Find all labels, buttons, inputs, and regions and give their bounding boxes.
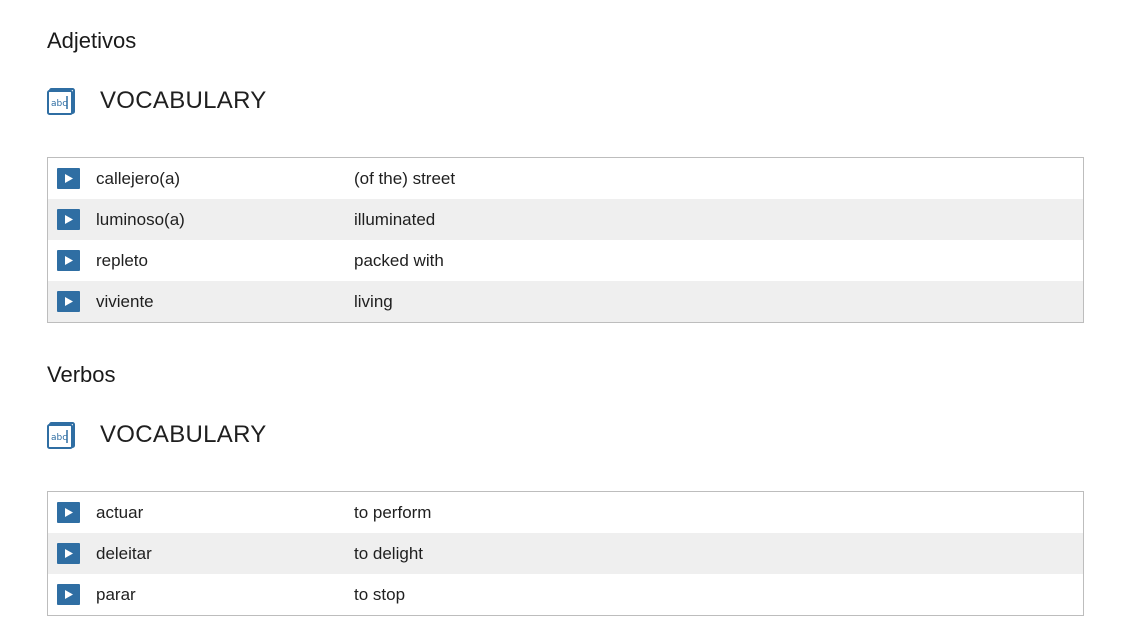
play-icon (64, 297, 73, 306)
play-icon (64, 508, 73, 517)
play-button[interactable] (57, 250, 80, 271)
abc-book-icon: abc (47, 87, 76, 115)
section-title: Adjetivos (47, 28, 137, 53)
play-icon (64, 549, 73, 558)
play-button[interactable] (57, 209, 80, 230)
vocabulary-label: VOCABULARY (100, 421, 267, 448)
meaning: living (354, 291, 393, 311)
play-icon (64, 174, 73, 183)
term: deleitar (96, 543, 152, 563)
svg-text:abc: abc (51, 433, 67, 443)
section-adjetivos: Adjetivos abc VOCABULARY callejero(a) (o… (47, 28, 1084, 328)
table-row: viviente living (48, 281, 1083, 322)
play-button[interactable] (57, 168, 80, 189)
table-row: luminoso(a) illuminated (48, 199, 1083, 240)
meaning: (of the) street (354, 168, 456, 188)
table-row: parar to stop (48, 574, 1083, 615)
vocabulary-table: callejero(a) (of the) street luminoso(a)… (47, 157, 1084, 323)
section-title: Verbos (47, 362, 116, 387)
play-icon (64, 215, 73, 224)
vocabulary-label: VOCABULARY (100, 87, 267, 114)
term: actuar (96, 502, 144, 522)
table-row: actuar to perform (48, 492, 1083, 533)
play-button[interactable] (57, 291, 80, 312)
term: callejero(a) (96, 168, 181, 188)
vocabulary-table: actuar to perform deleitar to delight pa… (47, 491, 1084, 616)
term: repleto (96, 250, 148, 270)
table-row: deleitar to delight (48, 533, 1083, 574)
meaning: illuminated (354, 209, 436, 229)
svg-text:abc: abc (51, 99, 67, 109)
term: viviente (96, 291, 154, 311)
meaning: packed with (354, 250, 444, 270)
play-button[interactable] (57, 502, 80, 523)
term: luminoso(a) (96, 209, 185, 229)
abc-book-icon: abc (47, 421, 76, 449)
meaning: to delight (354, 543, 423, 563)
vocabulary-header: abc VOCABULARY (47, 86, 267, 116)
section-verbos: Verbos abc VOCABULARY actuar to perform … (47, 362, 1084, 622)
play-icon (64, 590, 73, 599)
meaning: to perform (354, 502, 432, 522)
table-row: callejero(a) (of the) street (48, 158, 1083, 199)
meaning: to stop (354, 584, 406, 604)
vocabulary-header: abc VOCABULARY (47, 420, 267, 450)
play-button[interactable] (57, 584, 80, 605)
table-row: repleto packed with (48, 240, 1083, 281)
term: parar (96, 584, 136, 604)
play-button[interactable] (57, 543, 80, 564)
play-icon (64, 256, 73, 265)
